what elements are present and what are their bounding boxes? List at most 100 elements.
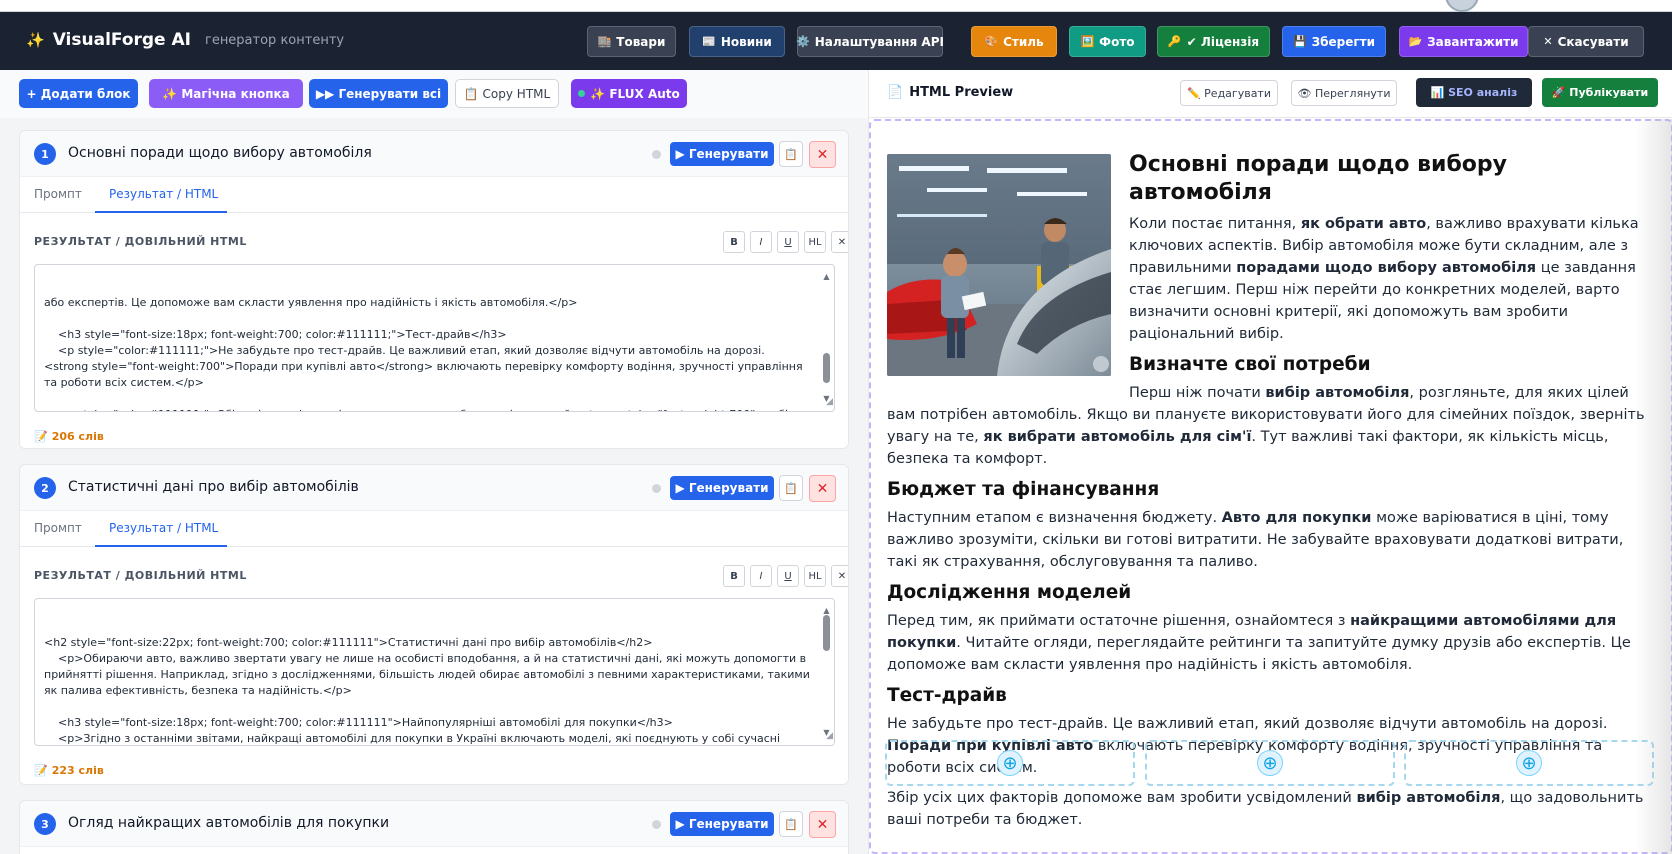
button-label: ✔ Ліцензія [1186,34,1260,49]
scrollbar-thumb[interactable] [823,615,830,651]
delete-button[interactable]: ✕ [809,475,836,502]
add-image-slot[interactable]: ⊕ [1404,740,1654,786]
tab-underline [95,545,227,547]
block-card-3: 3 Огляд найкращих автомобілів для покупк… [19,800,849,854]
add-block-button[interactable]: + Додати блок [19,79,138,108]
section-heading: Визначте свої потреби [1129,354,1371,375]
tab-prompt[interactable]: Промпт [34,187,82,201]
tab-prompt[interactable]: Промпт [34,521,82,535]
tab-result-html[interactable]: Результат / HTML [109,187,218,201]
button-label: Скасувати [1557,34,1629,49]
html-editor[interactable]: <h2 style="font-size:22px; font-weight:7… [34,598,835,746]
block-number: 1 [34,143,56,165]
bold-button[interactable]: B [723,231,745,253]
clear-format-button[interactable]: ✕ [831,565,848,587]
section-heading: Тест-драйв [887,685,1007,706]
add-image-slot[interactable]: ⊕ [1145,740,1395,786]
store-icon: 🏬 [597,35,612,48]
button-label: Товари [616,34,666,49]
block-toolbar: + Додати блок ✨ Магічна кнопка ▶▶ Генеру… [0,70,868,118]
block-header: 2 Статистичні дані про вибір автомобілів… [20,465,848,511]
generate-button[interactable]: ▶ Генерувати [670,812,774,836]
api-settings-button[interactable]: ⚙️ Налаштування API [796,26,944,57]
button-label: Завантажити [1427,34,1519,49]
copy-icon[interactable]: 📋 [779,475,803,501]
italic-button[interactable]: I [750,231,772,253]
underline-button[interactable]: U [777,231,799,253]
scrollbar-thumb[interactable] [823,353,830,383]
html-editor[interactable]: або експертів. Це допоможе вам скласти у… [34,264,835,412]
news-button[interactable]: 📰 Новини [689,26,785,57]
delete-button[interactable]: ✕ [809,141,836,168]
copy-icon[interactable]: 📋 [779,141,803,167]
add-image-slot[interactable]: ⊕ [885,740,1135,786]
add-circle-icon: ⊕ [1257,750,1283,776]
button-label: Налаштування API [814,34,944,49]
browser-top-strip [0,0,1672,12]
scrollbar[interactable]: ▲ ▼ [822,269,831,407]
block-number: 3 [34,813,56,835]
status-dot-icon [578,90,586,97]
generate-button[interactable]: ▶ Генерувати [670,142,774,166]
save-button[interactable]: 💾 Зберегти [1282,26,1386,57]
brand: ✨ VisualForge AI генератор контенту [26,30,344,50]
newspaper-icon: 📰 [702,35,716,48]
goods-button[interactable]: 🏬 Товари [587,26,676,57]
tab-result-html[interactable]: Результат / HTML [109,521,218,535]
style-button[interactable]: 🎨 Стиль [971,26,1057,57]
highlight-button[interactable]: HL [804,565,826,587]
delete-button[interactable]: ✕ [809,811,836,838]
result-label: РЕЗУЛЬТАТ / ДОВІЛЬНИЙ HTML [34,569,247,582]
edge-shadow [1636,119,1672,854]
flux-auto-button[interactable]: ✨ FLUX Auto [571,79,687,108]
block-card-1: 1 Основні поради щодо вибору автомобіля … [19,130,849,449]
block-header: 1 Основні поради щодо вибору автомобіля … [20,131,848,177]
resize-handle-icon[interactable]: ◢ [826,728,833,744]
publish-button[interactable]: 🚀 Публікувати [1542,78,1658,107]
italic-button[interactable]: I [750,565,772,587]
load-button[interactable]: 📂 Завантажити [1399,26,1528,57]
license-button[interactable]: 🔑 ✔ Ліцензія [1157,26,1270,57]
button-label: Новини [720,34,772,49]
tab-underline [95,211,227,213]
underline-button[interactable]: U [777,565,799,587]
generate-button[interactable]: ▶ Генерувати [670,476,774,500]
clear-format-button[interactable]: ✕ [831,231,848,253]
button-label: Стиль [1003,34,1044,49]
document-icon: 📄 [887,85,904,100]
paragraph: Перед тим, як приймати остаточне рішення… [887,613,1631,673]
block-title: Основні поради щодо вибору автомобіля [68,145,372,161]
seo-analysis-button[interactable]: 📊 SEO аналіз [1416,78,1532,107]
resize-handle-icon[interactable]: ◢ [826,394,833,410]
section-heading: Бюджет та фінансування [887,479,1160,500]
status-dot-icon [652,820,661,829]
word-count: 📝 206 слів [34,430,104,443]
preview-panel: 📄 HTML Preview ✏️ Редагувати 👁 Перегляну… [868,70,1672,854]
floppy-icon: 💾 [1292,35,1307,48]
block-number: 2 [34,477,56,499]
block-title: Статистичні дані про вибір автомобілів [68,479,359,495]
copy-icon[interactable]: 📋 [779,811,803,837]
photo-button[interactable]: 🖼️ Фото [1069,26,1146,57]
copy-html-button[interactable]: 📋 Copy HTML [455,79,559,108]
view-button[interactable]: 👁 Переглянути [1291,80,1397,106]
highlight-button[interactable]: HL [804,231,826,253]
generate-all-button[interactable]: ▶▶ Генерувати всі [309,79,448,108]
article-heading: Основні поради щодо вибору автомобіля [1129,152,1508,205]
blocks-panel: 1 Основні поради щодо вибору автомобіля … [0,118,868,854]
paragraph: Перш ніж почати вибір автомобіля, розгля… [887,385,1645,467]
bold-button[interactable]: B [723,565,745,587]
add-circle-icon: ⊕ [997,750,1023,776]
edit-button[interactable]: ✏️ Редагувати [1180,80,1278,106]
avatar[interactable] [1445,0,1479,12]
cancel-button[interactable]: ✕ Скасувати [1528,26,1644,57]
result-label: РЕЗУЛЬТАТ / ДОВІЛЬНИЙ HTML [34,235,247,248]
button-label: Зберегти [1311,34,1376,49]
scrollbar[interactable]: ▲ ▼ [822,603,831,741]
html-code: <h2 style="font-size:22px; font-weight:7… [44,636,810,745]
magic-button[interactable]: ✨ Магічна кнопка [149,79,303,108]
section-heading: Дослідження моделей [887,582,1132,603]
html-code: або експертів. Це допоможе вам скласти у… [44,296,803,411]
notepad-icon: 📝 [34,430,48,443]
app-title: VisualForge AI [52,30,191,50]
